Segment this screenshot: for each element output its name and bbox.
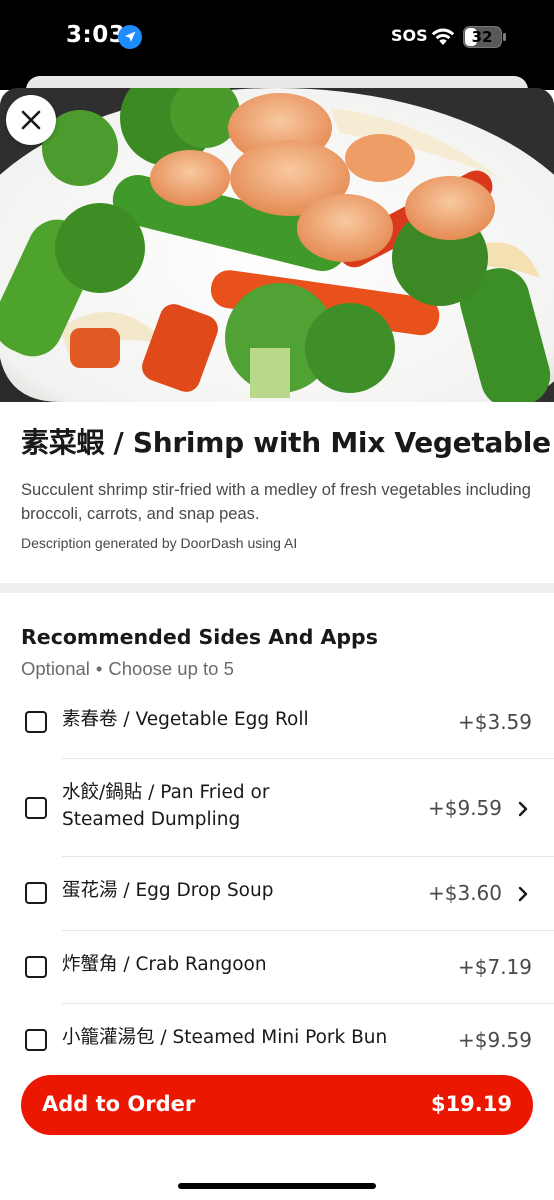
wifi-icon <box>431 28 455 45</box>
option-label: 水餃/鍋貼 / Pan Fried or Steamed Dumpling <box>62 782 270 830</box>
option-row[interactable]: 素春卷 / Vegetable Egg Roll +$3.59 <box>0 686 554 759</box>
item-description: Succulent shrimp stir-fried with a medle… <box>21 481 531 523</box>
location-arrow-icon <box>118 25 142 49</box>
separator-dot: • <box>95 658 103 679</box>
status-time: 3:03 <box>66 22 126 48</box>
option-label: 素春卷 / Vegetable Egg Roll <box>62 709 309 730</box>
options-list: 素春卷 / Vegetable Egg Roll +$3.59 水餃/鍋貼 / … <box>0 686 554 1053</box>
section-divider <box>0 583 554 593</box>
options-section-subtitle: Optional • Choose up to 5 <box>21 658 234 680</box>
close-button[interactable] <box>6 95 56 145</box>
option-label: 小籠灌湯包 / Steamed Mini Pork Bun <box>62 1027 388 1048</box>
option-price: +$3.60 <box>427 881 502 905</box>
option-row[interactable]: 炸蟹角 / Crab Rangoon +$7.19 <box>0 931 554 1004</box>
sos-indicator: SOS <box>391 26 428 45</box>
close-icon <box>21 110 41 130</box>
option-row[interactable]: 水餃/鍋貼 / Pan Fried or Steamed Dumpling +$… <box>0 759 554 857</box>
options-section-title: Recommended Sides And Apps <box>21 625 378 649</box>
optional-label: Optional <box>21 658 90 679</box>
option-price: +$3.59 <box>457 710 532 734</box>
option-price: +$9.59 <box>457 1028 532 1052</box>
option-row[interactable]: 蛋花湯 / Egg Drop Soup +$3.60 <box>0 857 554 930</box>
option-label: 炸蟹角 / Crab Rangoon <box>62 954 267 975</box>
option-checkbox[interactable] <box>25 956 47 978</box>
item-title: 素菜蝦 / Shrimp with Mix Vegetable <box>21 426 551 459</box>
option-price: +$9.59 <box>427 796 502 820</box>
option-checkbox[interactable] <box>25 1029 47 1051</box>
order-total-price: $19.19 <box>430 1092 512 1116</box>
battery-level: 32 <box>471 28 493 46</box>
option-checkbox[interactable] <box>25 882 47 904</box>
option-checkbox[interactable] <box>25 711 47 733</box>
option-price: +$7.19 <box>457 955 532 979</box>
chevron-right-icon <box>518 801 528 817</box>
add-to-order-label: Add to Order <box>42 1092 196 1116</box>
shrimp-vegetable-photo <box>0 88 554 402</box>
item-photo <box>0 88 554 402</box>
option-label: 蛋花湯 / Egg Drop Soup <box>62 880 274 901</box>
option-checkbox[interactable] <box>25 797 47 819</box>
home-indicator[interactable] <box>178 1183 376 1189</box>
option-row[interactable]: 小籠灌湯包 / Steamed Mini Pork Bun +$9.59 <box>0 1004 554 1053</box>
chevron-right-icon <box>518 886 528 902</box>
ai-description-note: Description generated by DoorDash using … <box>21 535 298 551</box>
add-to-order-button[interactable]: Add to Order $19.19 <box>21 1075 533 1135</box>
choose-limit-label: Choose up to 5 <box>108 658 234 679</box>
